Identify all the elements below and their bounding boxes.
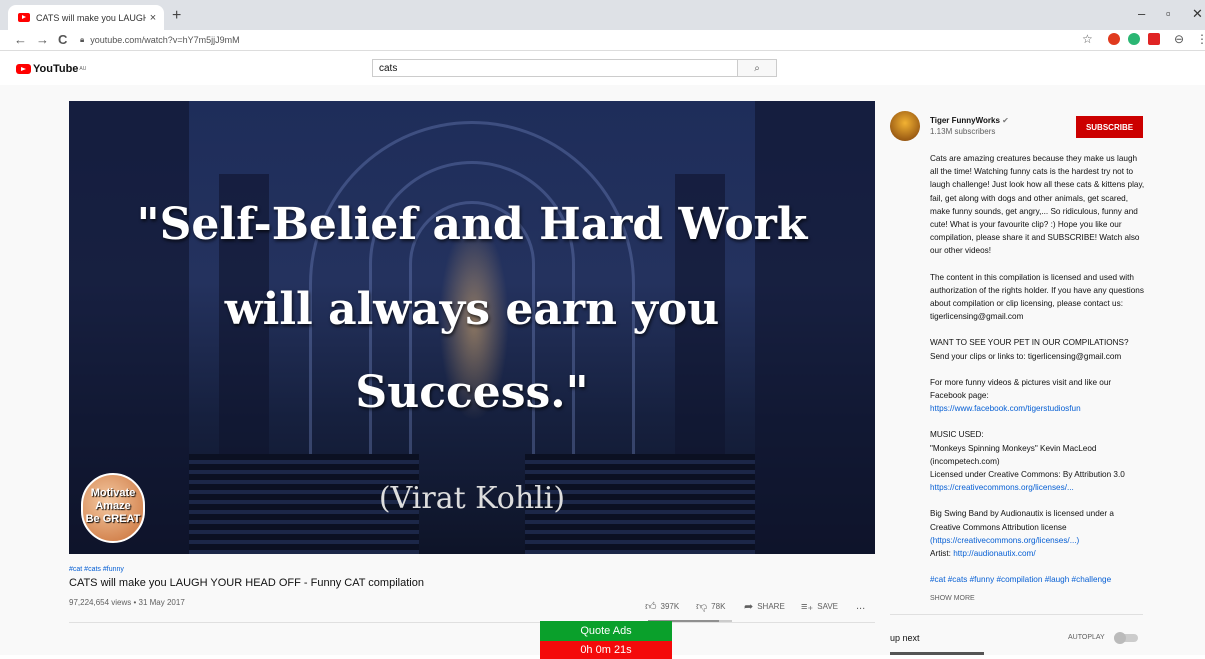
reload-button[interactable]: C: [58, 32, 67, 47]
watermark-line: Motivate: [90, 487, 136, 499]
quote-line: Success.": [355, 367, 589, 418]
show-more-button[interactable]: SHOW MORE: [930, 595, 975, 602]
thumbs-up-icon: 👍︎: [645, 601, 657, 613]
description-paragraph: The content in this compilation is licen…: [930, 272, 1144, 322]
region-code: AU: [79, 66, 87, 72]
dislike-button[interactable]: 👎︎ 78K: [696, 600, 725, 613]
description-text: Big Swing Band by Audionautix is license…: [930, 509, 1114, 532]
close-window-button[interactable]: ✕: [1192, 6, 1203, 22]
tab-close-icon[interactable]: ×: [146, 12, 160, 24]
description-paragraph: MUSIC USED: "Monkeys Spinning Monkeys" K…: [930, 428, 1145, 494]
license-link[interactable]: (https://creativecommons.org/licenses/..…: [930, 536, 1079, 545]
like-count: 397K: [660, 602, 680, 611]
subscriber-count: 1.13M subscribers: [930, 127, 996, 136]
description-paragraph: Cats are amazing creatures because they …: [930, 154, 1145, 256]
channel-name-row[interactable]: Tiger FunnyWorks ✔: [930, 116, 1009, 125]
search-icon: ⌕: [754, 62, 760, 74]
description-text: Artist:: [930, 549, 951, 559]
channel-watermark-logo: Motivate Amaze Be GREAT: [81, 473, 145, 543]
dislike-count: 78K: [711, 602, 726, 611]
quote-line: "Self-Belief and Hard Work: [136, 199, 808, 250]
autoplay-toggle[interactable]: [1114, 632, 1138, 644]
quote-ads-banner: Quote Ads: [540, 621, 672, 641]
description-text: MUSIC USED:: [930, 430, 984, 440]
extension-icon[interactable]: [1108, 33, 1120, 45]
description-paragraph: For more funny videos & pictures visit a…: [930, 376, 1145, 416]
extension-icon[interactable]: [1148, 33, 1160, 45]
youtube-header: YouTube AU cats ⌕: [0, 51, 1205, 85]
description-paragraph: Big Swing Band by Audionautix is license…: [930, 507, 1145, 560]
youtube-logo[interactable]: YouTube AU: [16, 63, 86, 75]
quote-line: will always earn you: [224, 284, 720, 335]
toggle-knob: [1114, 632, 1126, 644]
channel-name: Tiger FunnyWorks: [930, 116, 1000, 125]
timer-banner: 0h 0m 21s: [540, 641, 672, 659]
description-text: "Monkeys Spinning Monkeys" Kevin MacLeod…: [930, 443, 1097, 466]
save-label: SAVE: [817, 602, 838, 611]
youtube-logo-text: YouTube: [33, 63, 79, 75]
watermark-line: Be GREAT: [85, 513, 141, 525]
browser-menu-icon[interactable]: ⋮: [1196, 32, 1205, 46]
maximize-button[interactable]: ▫: [1166, 6, 1171, 21]
view-count-date: 97,224,654 views • 31 May 2017: [69, 598, 185, 607]
extension-icon[interactable]: [1128, 33, 1140, 45]
video-hashtags[interactable]: #cat #cats #funny: [69, 566, 124, 573]
youtube-favicon-icon: [18, 13, 30, 22]
subscribe-button[interactable]: SUBSCRIBE: [1076, 116, 1143, 138]
divider: [890, 614, 1143, 615]
channel-avatar[interactable]: [890, 111, 920, 141]
share-label: SHARE: [757, 602, 785, 611]
like-button[interactable]: 👍︎ 397K: [645, 600, 679, 613]
description-paragraph: WANT TO SEE YOUR PET IN OUR COMPILATIONS…: [930, 338, 1129, 361]
browser-tab[interactable]: CATS will make you LAUGH YOU ×: [8, 5, 164, 30]
forward-button[interactable]: →: [36, 32, 49, 47]
artist-link[interactable]: http://audionautix.com/: [953, 549, 1035, 558]
back-button[interactable]: ←: [14, 32, 27, 47]
save-button[interactable]: ≡₊ SAVE: [801, 600, 838, 613]
quote-author: (Virat Kohli): [378, 481, 566, 516]
browser-tab-strip: CATS will make you LAUGH YOU × + – ▫ ✕: [0, 0, 1205, 30]
browser-toolbar: ← → C 🔒︎ youtube.com/watch?v=hY7m5jjJ9mM…: [0, 30, 1205, 51]
youtube-play-icon: [16, 64, 31, 74]
divider: [69, 622, 875, 623]
lock-icon: 🔒︎: [80, 35, 85, 44]
save-to-playlist-icon: ≡₊: [801, 601, 814, 613]
up-next-heading: up next: [890, 633, 920, 643]
video-description: Cats are amazing creatures because they …: [930, 152, 1145, 599]
hashtag-links[interactable]: #cat #cats #funny #compilation #laugh #c…: [930, 575, 1111, 584]
share-icon: ➦: [744, 601, 754, 613]
watermark-line: Amaze: [95, 500, 131, 512]
facebook-link[interactable]: https://www.facebook.com/tigerstudiosfun: [930, 404, 1081, 413]
thumbs-down-icon: 👎︎: [696, 601, 708, 613]
description-paragraph: #cat #cats #funny #compilation #laugh #c…: [930, 573, 1145, 586]
verified-icon: ✔: [1002, 116, 1009, 125]
url-text: youtube.com/watch?v=hY7m5jjJ9mM: [90, 35, 240, 45]
video-player[interactable]: "Self-Belief and Hard Work will always e…: [69, 101, 875, 554]
autoplay-label: AUTOPLAY: [1068, 634, 1105, 641]
license-link[interactable]: https://creativecommons.org/licenses/...: [930, 483, 1074, 492]
video-title: CATS will make you LAUGH YOUR HEAD OFF -…: [69, 577, 424, 589]
minimize-button[interactable]: –: [1138, 6, 1145, 21]
description-text: For more funny videos & pictures visit a…: [930, 377, 1112, 401]
bookmark-star-icon[interactable]: ☆: [1082, 32, 1093, 46]
tab-title: CATS will make you LAUGH YOU: [36, 12, 146, 23]
more-actions-button[interactable]: ...: [856, 600, 865, 612]
profile-icon[interactable]: ⊖: [1174, 32, 1184, 46]
description-text: Licensed under Creative Commons: By Attr…: [930, 470, 1125, 480]
share-button[interactable]: ➦ SHARE: [744, 600, 785, 613]
search-input[interactable]: cats: [372, 59, 738, 77]
address-bar[interactable]: 🔒︎ youtube.com/watch?v=hY7m5jjJ9mM: [80, 32, 1070, 48]
new-tab-button[interactable]: +: [172, 7, 181, 25]
search-button[interactable]: ⌕: [737, 59, 777, 77]
